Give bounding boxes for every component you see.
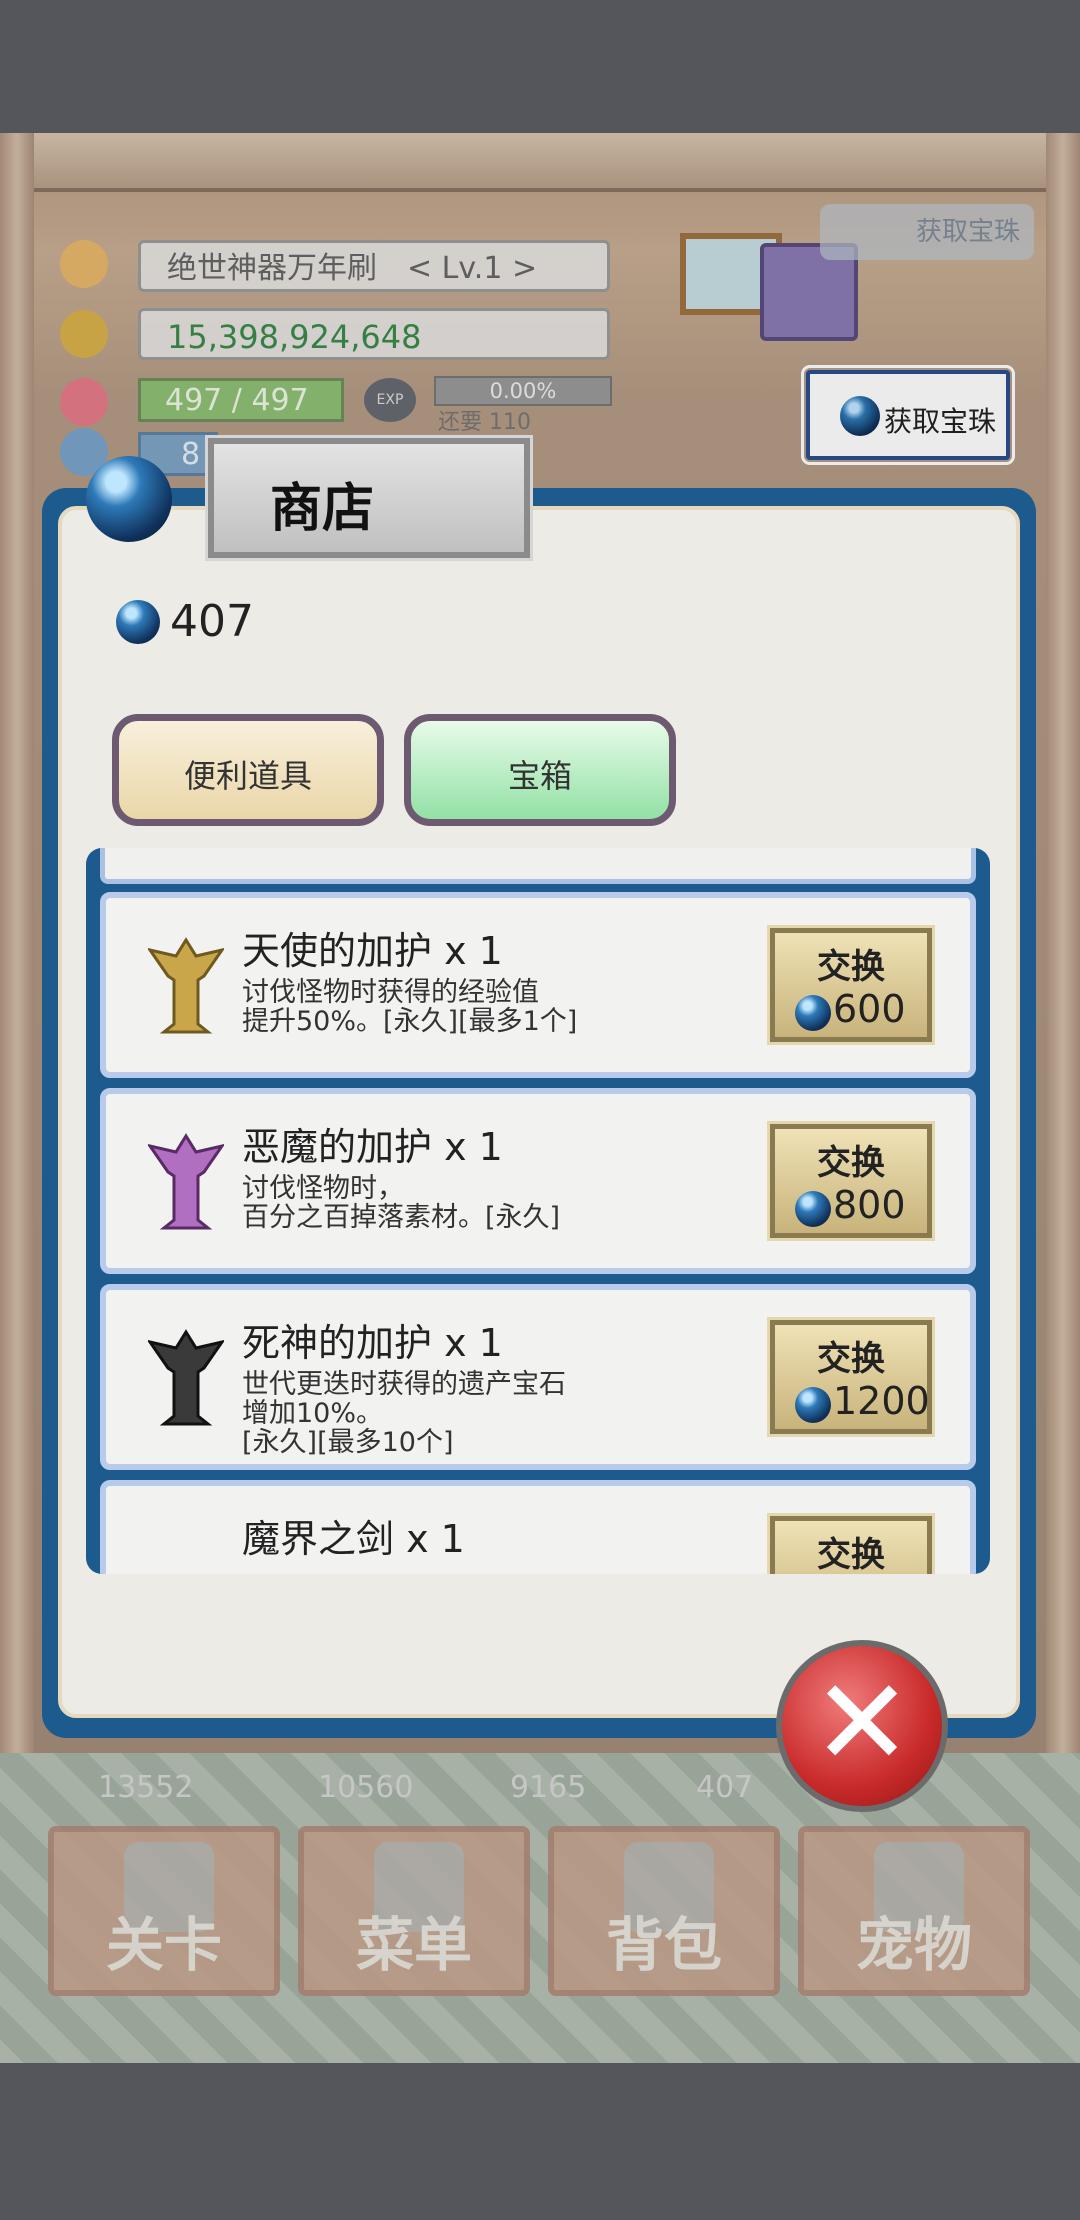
list-item: 死神的加护 x 1 世代更迭时获得的遗产宝石 增加10%。 [永久][最多10个… [100,1284,976,1470]
shop-title: 商店 [270,479,375,539]
exchange-button[interactable]: 交换 600 [767,925,935,1045]
orb-icon [795,995,831,1031]
demon-sword-icon [148,1524,224,1574]
exchange-button[interactable]: 交换 1200 [767,1317,935,1437]
balance-orb-icon [116,600,160,644]
item-name: 魔界之剑 x 1 [242,1517,465,1561]
item-name: 恶魔的加护 x 1 [242,1125,503,1169]
list-row-partial [100,848,976,884]
shop-item-list[interactable]: 天使的加护 x 1 讨伐怪物时获得的经验值 提升50%。[永久][最多1个] 交… [86,848,990,1574]
item-description: 讨伐怪物时获得的经验值 提升50%。[永久][最多1个] [242,977,578,1037]
shop-title-tab: 商店 [205,435,533,561]
exchange-label: 交换 [817,1143,885,1183]
angel-statue-icon [146,936,226,1036]
exchange-price: 600 [833,987,906,1031]
close-icon: ✕ [811,1654,913,1793]
orb-icon [795,1191,831,1227]
list-item: 天使的加护 x 1 讨伐怪物时获得的经验值 提升50%。[永久][最多1个] 交… [100,892,976,1078]
orb-balance: 407 [170,596,254,647]
exchange-price: 800 [833,1183,906,1227]
tab-convenience-items[interactable]: 便利道具 [112,714,384,826]
tab-convenience-label: 便利道具 [183,757,312,795]
tab-chest-label: 宝箱 [507,757,572,795]
item-name: 天使的加护 x 1 [242,929,503,973]
reaper-statue-icon [146,1328,226,1428]
shop-orb-icon [86,456,172,542]
item-description: 讨伐怪物时， 百分之百掉落素材。[永久] [242,1173,561,1233]
demon-statue-icon [146,1132,226,1232]
exchange-label: 交换 [817,947,885,987]
orb-icon [795,1387,831,1423]
close-button[interactable]: ✕ [776,1640,948,1812]
exchange-button[interactable]: 交换 [767,1513,935,1574]
exchange-price: 1200 [833,1379,930,1423]
exchange-button[interactable]: 交换 800 [767,1121,935,1241]
item-name: 死神的加护 x 1 [242,1321,503,1365]
exchange-label: 交换 [817,1535,885,1574]
exchange-label: 交换 [817,1339,885,1379]
tab-treasure-chest[interactable]: 宝箱 [404,714,676,826]
item-description: 世代更迭时获得的遗产宝石 增加10%。 [永久][最多10个] [242,1369,566,1458]
list-item: 魔界之剑 x 1 交换 [100,1480,976,1574]
list-item: 恶魔的加护 x 1 讨伐怪物时， 百分之百掉落素材。[永久] 交换 800 [100,1088,976,1274]
